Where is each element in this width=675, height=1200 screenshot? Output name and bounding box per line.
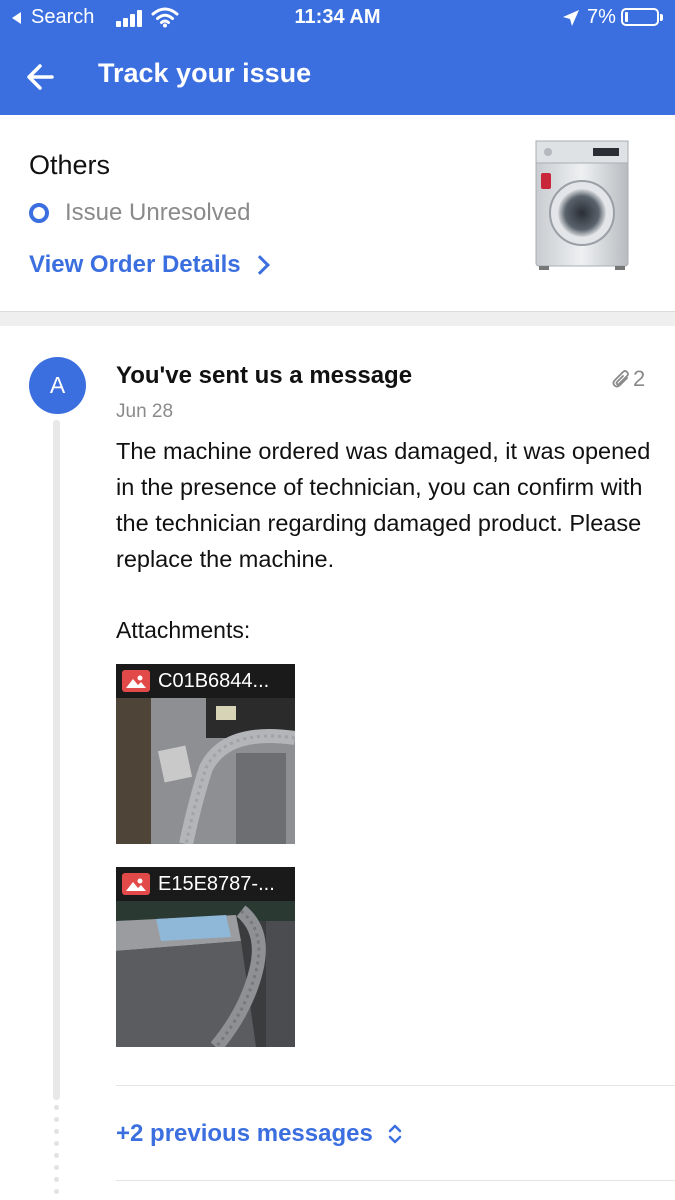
back-arrow-icon[interactable] [22, 58, 60, 96]
battery-icon [621, 8, 663, 26]
view-order-details-label: View Order Details [29, 251, 241, 278]
battery-percent: 7% [587, 6, 616, 28]
attachment-count: 2 [611, 366, 645, 392]
washing-machine-image[interactable] [533, 139, 631, 272]
attachments-label: Attachments: [116, 617, 251, 643]
issue-status: Issue Unresolved [29, 199, 250, 227]
divider [116, 1180, 675, 1181]
attachment-photo [116, 901, 295, 1047]
attachment-thumbnail[interactable]: C01B6844... [116, 664, 295, 844]
chevron-right-icon [249, 255, 270, 275]
status-ring-icon [29, 203, 49, 223]
previous-messages-label: +2 previous messages [116, 1120, 373, 1147]
attachment-filename: E15E8787-... [158, 872, 275, 895]
image-icon [122, 873, 150, 895]
attachment-count-value: 2 [633, 366, 646, 391]
image-icon [122, 670, 150, 692]
attachment-caption: E15E8787-... [116, 867, 295, 901]
attachment-photo [116, 698, 295, 844]
page-title: Track your issue [98, 58, 312, 88]
location-arrow-icon [563, 10, 579, 26]
attachment-caption: C01B6844... [116, 664, 295, 698]
timeline-dotted-line [54, 1105, 59, 1200]
timeline-line [53, 420, 60, 1100]
attachment-filename: C01B6844... [158, 669, 270, 692]
message-body: The machine ordered was damaged, it was … [116, 438, 651, 572]
order-card: Others Issue Unresolved View Order Detai… [0, 115, 675, 312]
status-bar: Search 11:34 AM 7% [0, 0, 675, 38]
view-order-details-link[interactable]: View Order Details [29, 251, 270, 279]
top-bar: Search 11:34 AM 7% Track your issue [0, 0, 675, 115]
divider [116, 1085, 675, 1086]
paperclip-icon [612, 370, 629, 388]
issue-category: Others [29, 150, 111, 180]
attachment-thumbnail[interactable]: E15E8787-... [116, 867, 295, 1047]
section-divider [0, 312, 675, 326]
expand-icon [388, 1124, 402, 1144]
message-date: Jun 28 [116, 401, 174, 422]
issue-status-text: Issue Unresolved [65, 199, 251, 226]
nav-header: Track your issue [0, 38, 675, 115]
avatar: A [29, 357, 86, 414]
previous-messages-button[interactable]: +2 previous messages [116, 1120, 403, 1148]
message-title: You've sent us a message [116, 362, 413, 389]
